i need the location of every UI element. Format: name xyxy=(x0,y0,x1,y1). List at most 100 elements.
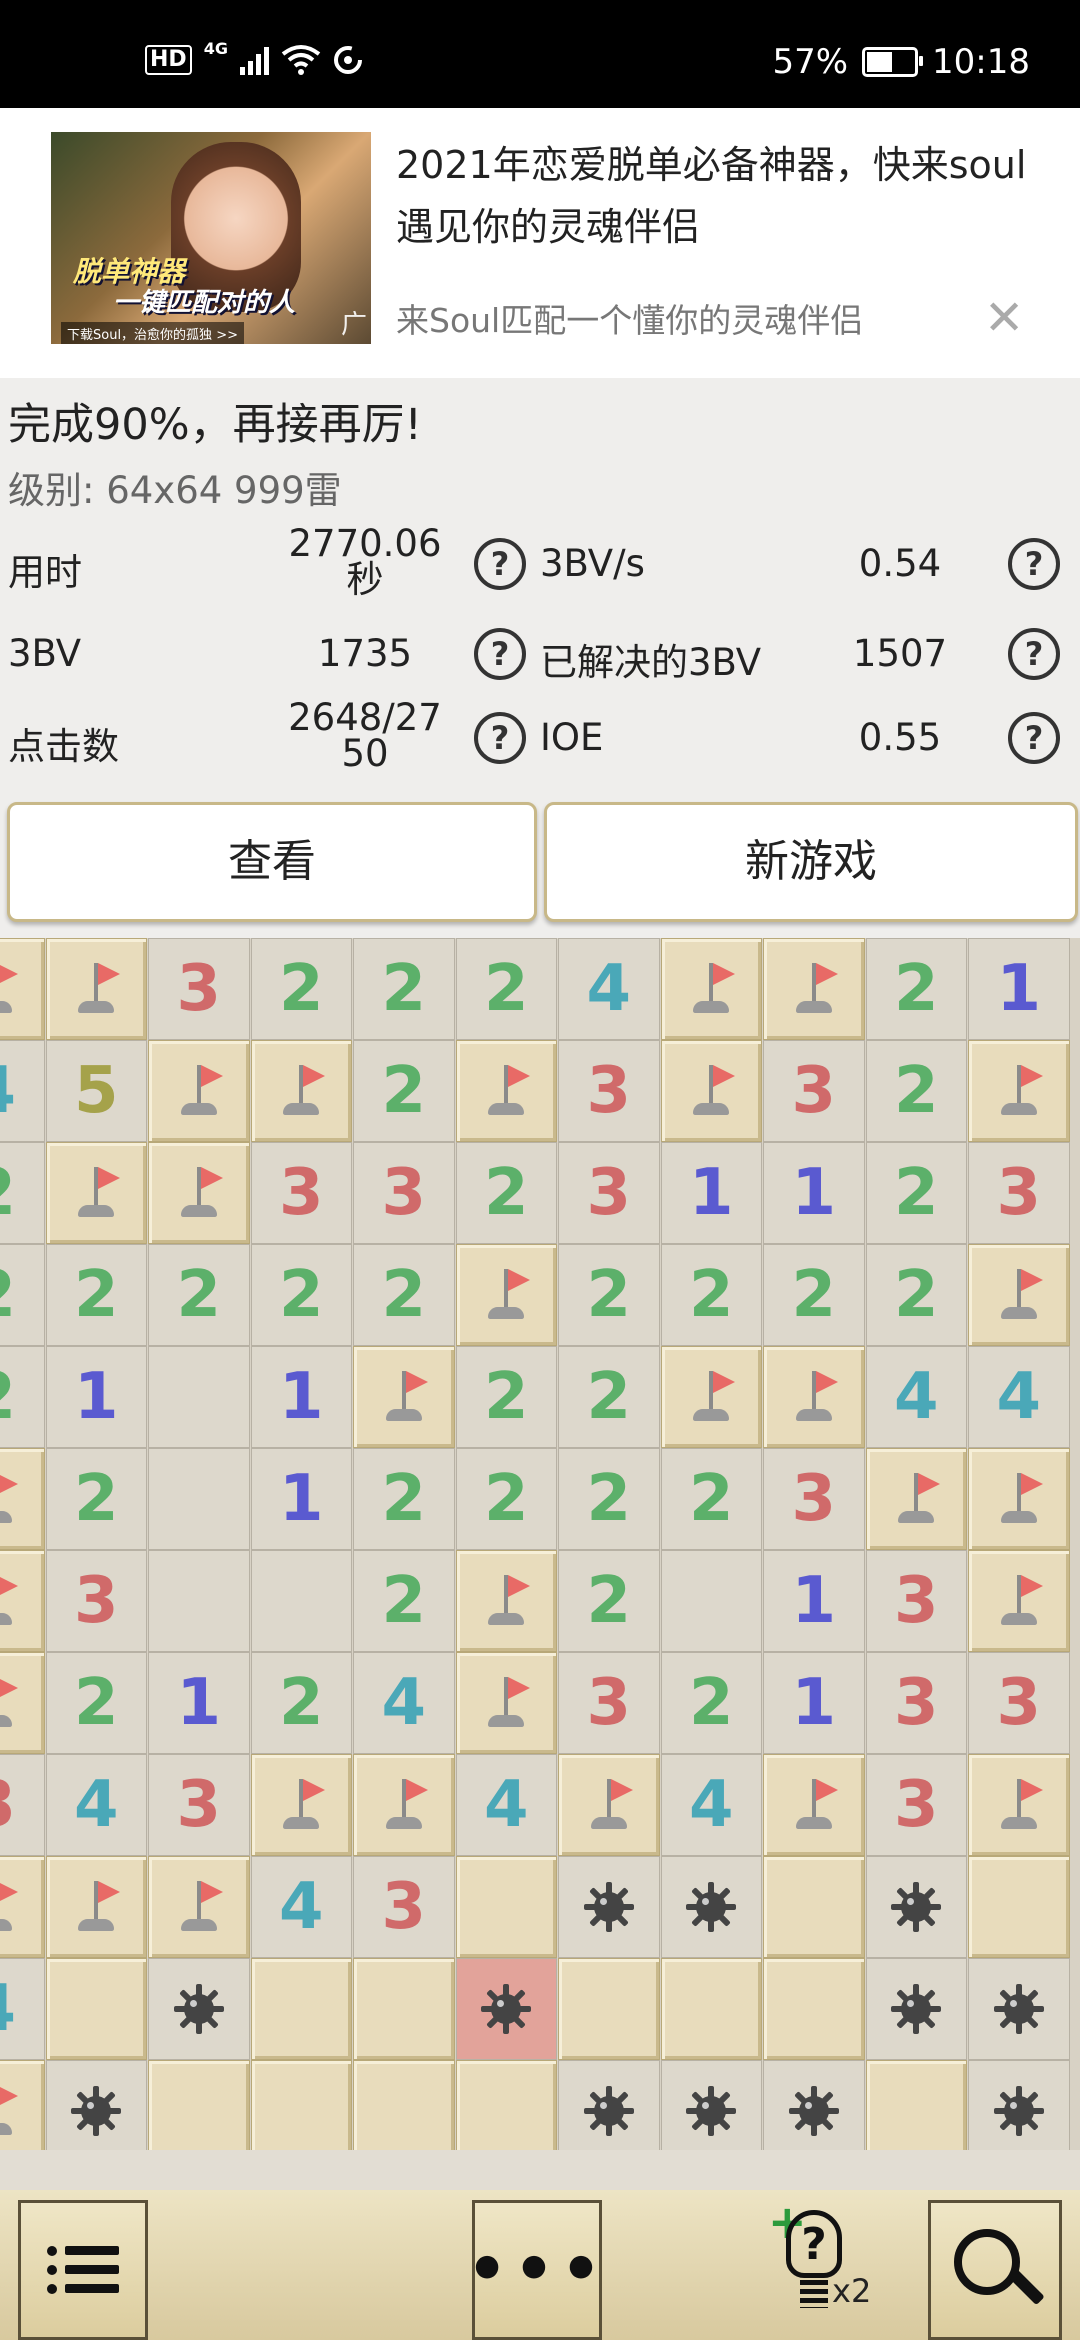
number-cell[interactable]: 2 xyxy=(660,1652,763,1754)
flagged-cell[interactable] xyxy=(250,1040,353,1142)
number-cell[interactable]: 4 xyxy=(558,938,660,1040)
view-button[interactable]: 查看 xyxy=(7,802,537,922)
number-cell[interactable]: 2 xyxy=(455,1448,558,1550)
mine-cell[interactable] xyxy=(968,2060,1070,2150)
ad-description[interactable]: 来Soul匹配一个懂你的灵魂伴侣 xyxy=(396,294,863,342)
flagged-cell[interactable] xyxy=(148,1142,250,1244)
flagged-cell[interactable] xyxy=(148,1040,250,1142)
covered-cell[interactable] xyxy=(763,1856,865,1958)
number-cell[interactable]: 2 xyxy=(45,1244,148,1346)
number-cell[interactable]: 3 xyxy=(45,1550,148,1652)
mine-cell[interactable] xyxy=(45,2060,148,2150)
covered-cell[interactable] xyxy=(558,1958,660,2060)
help-icon-3bv[interactable]: ? xyxy=(474,628,526,680)
number-cell[interactable]: 3 xyxy=(0,1754,45,1856)
revealed-blank-cell[interactable] xyxy=(148,1550,250,1652)
number-cell[interactable]: 2 xyxy=(353,1448,455,1550)
flagged-cell[interactable] xyxy=(45,1856,148,1958)
number-cell[interactable]: 3 xyxy=(353,1142,455,1244)
number-cell[interactable]: 2 xyxy=(558,1448,660,1550)
number-cell[interactable]: 3 xyxy=(558,1040,660,1142)
number-cell[interactable]: 3 xyxy=(865,1652,968,1754)
mine-cell[interactable] xyxy=(660,2060,763,2150)
mine-cell[interactable] xyxy=(148,1958,250,2060)
flagged-cell[interactable] xyxy=(353,1346,455,1448)
number-cell[interactable]: 4 xyxy=(865,1346,968,1448)
covered-cell[interactable] xyxy=(660,1958,763,2060)
number-cell[interactable]: 3 xyxy=(148,1754,250,1856)
number-cell[interactable]: 1 xyxy=(250,1346,353,1448)
number-cell[interactable]: 2 xyxy=(353,1040,455,1142)
flagged-cell[interactable] xyxy=(968,1448,1070,1550)
exploded-mine-cell[interactable] xyxy=(455,1958,558,2060)
new-game-button[interactable]: 新游戏 xyxy=(544,802,1078,922)
number-cell[interactable]: 2 xyxy=(0,1244,45,1346)
number-cell[interactable]: 2 xyxy=(250,1244,353,1346)
covered-cell[interactable] xyxy=(45,1958,148,2060)
minesweeper-board[interactable]: 3222421452332233231123222222222211224421… xyxy=(0,938,1080,2150)
flagged-cell[interactable] xyxy=(0,2060,45,2150)
flagged-cell[interactable] xyxy=(968,1754,1070,1856)
flagged-cell[interactable] xyxy=(660,938,763,1040)
number-cell[interactable]: 2 xyxy=(455,938,558,1040)
flagged-cell[interactable] xyxy=(0,1856,45,1958)
flagged-cell[interactable] xyxy=(968,1244,1070,1346)
number-cell[interactable]: 2 xyxy=(353,938,455,1040)
number-cell[interactable]: 1 xyxy=(763,1652,865,1754)
flagged-cell[interactable] xyxy=(455,1244,558,1346)
number-cell[interactable]: 1 xyxy=(148,1652,250,1754)
number-cell[interactable]: 4 xyxy=(0,1040,45,1142)
number-cell[interactable]: 1 xyxy=(250,1448,353,1550)
covered-cell[interactable] xyxy=(353,1958,455,2060)
flagged-cell[interactable] xyxy=(763,1754,865,1856)
covered-cell[interactable] xyxy=(353,2060,455,2150)
number-cell[interactable]: 2 xyxy=(0,1346,45,1448)
mine-cell[interactable] xyxy=(968,1958,1070,2060)
close-icon[interactable]: ✕ xyxy=(984,294,1024,342)
flagged-cell[interactable] xyxy=(148,1856,250,1958)
flagged-cell[interactable] xyxy=(0,1448,45,1550)
flagged-cell[interactable] xyxy=(455,1652,558,1754)
revealed-blank-cell[interactable] xyxy=(250,1550,353,1652)
help-icon-ioe[interactable]: ? xyxy=(1008,712,1060,764)
ad-banner[interactable]: 脱单神器 一键匹配对的人 下载Soul，治愈你的孤独 >> 广告 2021年恋爱… xyxy=(0,108,1080,378)
covered-cell[interactable] xyxy=(865,2060,968,2150)
number-cell[interactable]: 2 xyxy=(250,938,353,1040)
number-cell[interactable]: 1 xyxy=(763,1142,865,1244)
number-cell[interactable]: 3 xyxy=(148,938,250,1040)
number-cell[interactable]: 3 xyxy=(353,1856,455,1958)
number-cell[interactable]: 1 xyxy=(763,1550,865,1652)
number-cell[interactable]: 3 xyxy=(763,1040,865,1142)
mine-cell[interactable] xyxy=(865,1958,968,2060)
flagged-cell[interactable] xyxy=(763,1346,865,1448)
revealed-blank-cell[interactable] xyxy=(660,1550,763,1652)
number-cell[interactable]: 5 xyxy=(45,1040,148,1142)
number-cell[interactable]: 4 xyxy=(45,1754,148,1856)
number-cell[interactable]: 4 xyxy=(250,1856,353,1958)
mine-cell[interactable] xyxy=(558,2060,660,2150)
search-button[interactable] xyxy=(928,2200,1062,2340)
flagged-cell[interactable] xyxy=(0,1652,45,1754)
mine-cell[interactable] xyxy=(763,2060,865,2150)
flagged-cell[interactable] xyxy=(353,1754,455,1856)
number-cell[interactable]: 2 xyxy=(865,1040,968,1142)
number-cell[interactable]: 2 xyxy=(45,1448,148,1550)
number-cell[interactable]: 3 xyxy=(558,1142,660,1244)
flagged-cell[interactable] xyxy=(968,1550,1070,1652)
number-cell[interactable]: 2 xyxy=(455,1142,558,1244)
help-icon-clicks[interactable]: ? xyxy=(474,712,526,764)
number-cell[interactable]: 2 xyxy=(558,1244,660,1346)
number-cell[interactable]: 4 xyxy=(0,1958,45,2060)
number-cell[interactable]: 2 xyxy=(148,1244,250,1346)
flagged-cell[interactable] xyxy=(45,938,148,1040)
number-cell[interactable]: 2 xyxy=(558,1346,660,1448)
number-cell[interactable]: 3 xyxy=(763,1448,865,1550)
flagged-cell[interactable] xyxy=(455,1550,558,1652)
flagged-cell[interactable] xyxy=(250,1754,353,1856)
number-cell[interactable]: 3 xyxy=(865,1754,968,1856)
revealed-blank-cell[interactable] xyxy=(148,1448,250,1550)
flagged-cell[interactable] xyxy=(660,1040,763,1142)
covered-cell[interactable] xyxy=(250,2060,353,2150)
help-icon-3bvs[interactable]: ? xyxy=(1008,538,1060,590)
covered-cell[interactable] xyxy=(148,2060,250,2150)
